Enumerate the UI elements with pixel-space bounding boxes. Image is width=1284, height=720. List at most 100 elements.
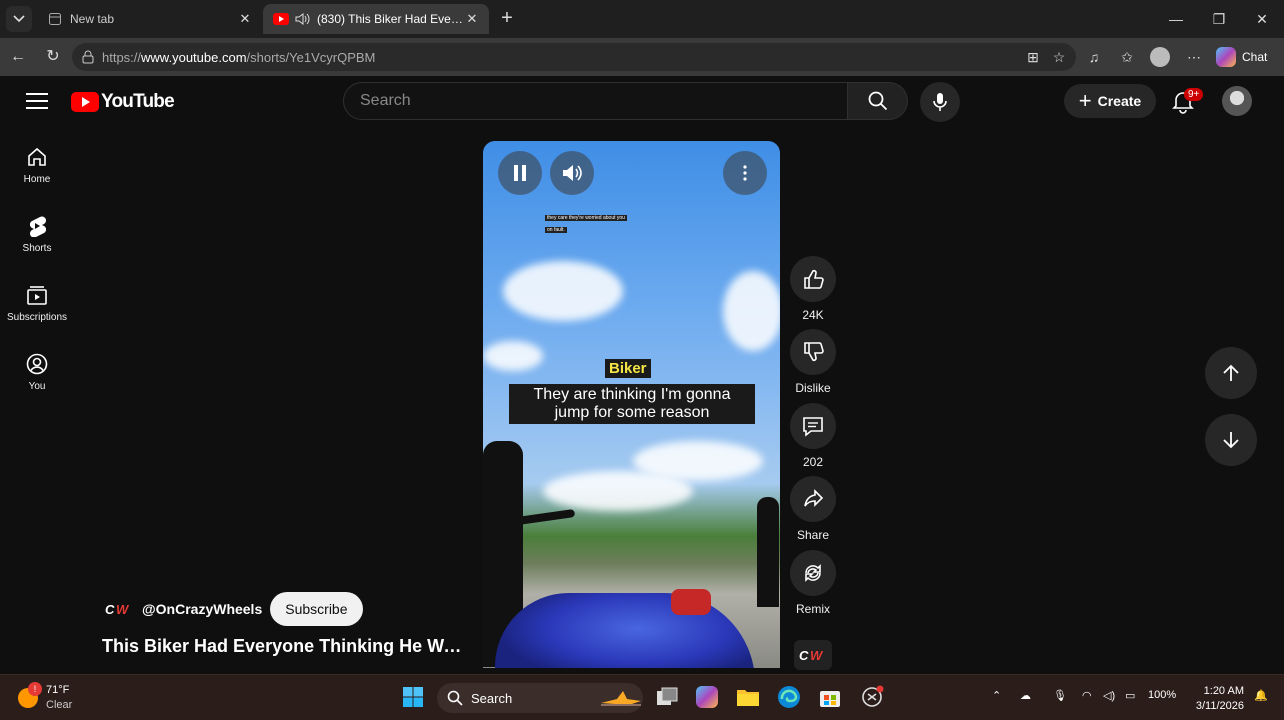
weather-widget[interactable]: ! 71°F Clear [18,682,73,713]
copilot-icon [1216,47,1236,67]
next-short-button[interactable] [1205,414,1257,466]
search-input[interactable] [343,82,848,120]
profile-icon[interactable] [1150,47,1170,67]
pause-button[interactable] [498,151,542,195]
show-hidden-icons-button[interactable]: ⌃ [992,689,1001,702]
close-tab-icon[interactable]: ✕ [238,11,252,27]
url-prefix: https:// [102,49,142,65]
remix-icon [805,563,821,582]
video-title[interactable]: This Biker Had Everyone Thinking He Wa..… [102,636,462,657]
sidebar-item-you[interactable]: You [0,335,74,404]
menu-icon[interactable] [26,93,48,111]
short-video-player[interactable]: they care they're worried about you on f… [483,141,780,668]
favorite-star-icon[interactable]: ☆ [1049,47,1069,67]
tab-youtube-short[interactable]: (830) This Biker Had Everyone ✕ [263,4,489,34]
back-button[interactable]: ← [6,46,30,68]
battery-icon[interactable]: ▭ [1125,689,1135,702]
clock[interactable]: 1:20 AM 3/11/2026 [1188,684,1244,714]
minimize-button[interactable]: — [1164,8,1188,30]
thumbs-down-icon [804,342,824,362]
pause-icon [514,165,526,181]
refresh-button[interactable]: ↻ [41,46,65,68]
svg-text:C: C [799,648,809,662]
media-control-icon[interactable]: ♫ [1084,47,1104,67]
arrow-down-icon [1223,432,1239,449]
search-icon [868,91,887,111]
account-avatar[interactable] [1222,86,1252,116]
action-buttons: 24K Dislike 202 Share Remix [790,256,836,623]
sidebar-item-home[interactable]: Home [0,128,74,197]
voice-search-button[interactable] [920,82,960,122]
thumbs-up-icon [804,269,824,289]
comment-button[interactable] [790,402,836,449]
app-available-icon[interactable]: ⊞ [1023,47,1043,67]
close-window-button[interactable]: ✕ [1250,8,1274,30]
channel-name[interactable]: @OnCrazyWheels [142,601,262,617]
youtube-favicon-icon [273,13,289,25]
snipping-tool-button[interactable] [860,684,886,710]
comment-icon [803,416,823,437]
start-button[interactable] [400,684,426,710]
clock-time: 1:20 AM [1203,685,1244,697]
video-cloud [503,261,623,321]
microphone-icon [933,93,947,111]
more-actions-button[interactable] [723,151,767,195]
sidebar-item-subscriptions[interactable]: Subscriptions [0,266,74,335]
dislike-button[interactable] [790,329,836,376]
sidebar-item-label: Subscriptions [6,312,68,323]
new-tab-button[interactable]: + [496,8,518,30]
clock-date: 3/11/2026 [1195,700,1244,712]
onedrive-icon[interactable]: ☁ [1020,689,1031,702]
subscribe-button[interactable]: Subscribe [270,592,363,626]
previous-short-button[interactable] [1205,347,1257,399]
share-button[interactable] [790,476,836,523]
remix-button[interactable] [790,549,836,596]
url-path: /shorts/Ye1VcyrQPBM [246,49,376,65]
audio-playing-icon[interactable] [295,12,311,26]
more-options-icon[interactable]: ⋯ [1184,47,1204,67]
url-field[interactable]: https://www.youtube.com/shorts/Ye1VcyrQP… [72,43,1076,71]
search-icon [447,690,463,706]
maximize-button[interactable]: ❐ [1207,8,1231,30]
favorites-icon[interactable]: ✩ [1117,47,1137,67]
channel-avatar[interactable]: CW [102,592,136,626]
tab-new-tab[interactable]: New tab ✕ [38,4,262,34]
caption-line: They are thinking I'm gonna [533,386,731,403]
search-button[interactable] [848,82,908,120]
search-bar [343,82,908,120]
dislike-label: Dislike [795,381,831,396]
weather-condition: Clear [46,699,73,711]
close-tab-icon[interactable]: ✕ [465,11,479,27]
store-button[interactable] [817,684,843,710]
file-explorer-button[interactable] [735,684,761,710]
sidebar-item-shorts[interactable]: Shorts [0,197,74,266]
tiny-caption-2: on fault. [545,227,567,233]
svg-text:W: W [116,602,130,616]
edge-browser-button[interactable] [776,684,802,710]
wifi-icon[interactable]: ◠ [1082,689,1092,702]
copilot-chat-button[interactable]: Chat [1216,45,1267,69]
youtube-logo[interactable]: YouTube [71,91,175,113]
notification-center-icon[interactable]: 🔔 [1254,689,1268,702]
video-caption: They are thinking I'm gonna jump for som… [509,384,755,424]
channel-thumbnail[interactable]: CW [794,640,832,670]
like-button[interactable] [790,256,836,302]
browser-tab-strip: New tab ✕ (830) This Biker Had Everyone … [0,0,1284,38]
create-button[interactable]: + Create [1064,84,1156,118]
tab-actions-button[interactable] [6,6,32,32]
microphone-icon[interactable]: 🎙 [1053,689,1067,702]
shorts-icon [29,216,47,237]
copilot-taskbar-button[interactable] [694,684,720,710]
edge-icon [778,686,800,708]
taskbar-search-label: Search [471,690,513,706]
share-action: Share [790,476,836,549]
dislike-action: Dislike [790,329,836,402]
taskbar-search[interactable]: Search [437,683,643,713]
speaker-icon[interactable]: ◁) [1103,689,1115,702]
subscriptions-icon [27,286,47,305]
video-cloud [483,341,543,371]
volume-button[interactable] [550,151,594,195]
address-toolbar: ← ↻ https://www.youtube.com/shorts/Ye1Vc… [0,38,1284,76]
task-view-button[interactable] [654,684,680,710]
site-info-icon[interactable] [82,50,94,64]
